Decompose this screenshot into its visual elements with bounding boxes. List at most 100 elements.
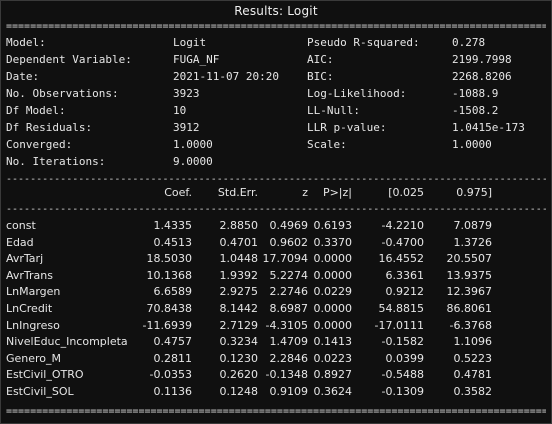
- coef-z: 1.4709: [269, 335, 309, 349]
- table-row: Genero_M 0.2811 0.1230 2.2846 0.0223 0.0399 0.…: [6, 351, 546, 367]
- summary-label: No. Iterations:: [6, 155, 106, 168]
- coef-z: -4.3105: [265, 318, 308, 332]
- coef-z: -0.1348: [265, 368, 308, 382]
- coef-stderr: 0.1230: [219, 351, 259, 365]
- coef-value: 0.4513: [153, 235, 193, 249]
- coef-ci-low: 0.9212: [385, 285, 425, 299]
- coef-value: -0.0353: [149, 368, 192, 382]
- coef-pvalue: 0.0000: [313, 302, 353, 315]
- coef-pvalue: 0.0000: [313, 268, 353, 282]
- summary-row: Df Model: 10 LL-Null: -1508.2: [6, 102, 546, 119]
- summary-value: 0.278: [452, 36, 486, 49]
- summary-value: 3923: [173, 87, 200, 100]
- coef-pvalue: 0.3624: [313, 385, 353, 398]
- coef-ci-high: 0.4781: [453, 368, 493, 382]
- summary-value: Logit: [173, 36, 207, 49]
- summary-row: No. Iterations: 9.0000: [6, 153, 546, 170]
- summary-value: -1508.2: [452, 104, 499, 117]
- coef-value: 10.1368: [146, 268, 193, 282]
- results-title: Results: Logit: [234, 4, 318, 18]
- summary-label: LLR p-value:: [307, 121, 387, 134]
- summary-row: No. Observations: 3923 Log-Likelihood: -108…: [6, 85, 546, 102]
- summary-value: 2268.8206: [452, 70, 512, 83]
- table-row: EstCivil_OTRO -0.0353 0.2620 -0.1348 0.8927-…: [6, 367, 546, 383]
- col-header-coef: Coef.: [164, 186, 192, 199]
- summary-value: 1.0415e-173: [452, 121, 525, 134]
- coef-ci-low: -0.4700: [381, 235, 424, 249]
- coef-ci-high: 86.8061: [446, 302, 493, 315]
- coef-ci-low: -0.1582: [381, 335, 424, 349]
- table-row: AvrTrans 10.1368 1.9392 5.2274 0.0000 6.3361 1…: [6, 268, 546, 284]
- summary-row: Dependent Variable: FUGA_NF AIC: 2199.7998: [6, 51, 546, 68]
- summary-label: Model:: [6, 36, 46, 49]
- coef-stderr: 0.4701: [219, 235, 259, 249]
- coef-pvalue: 0.1413: [313, 335, 353, 349]
- coef-z: 17.7094: [262, 252, 309, 266]
- col-header-pvalue: P>|z|: [322, 186, 352, 199]
- summary-label: Log-Likelihood:: [307, 87, 407, 100]
- coef-stderr: 0.1248: [219, 385, 259, 398]
- table-row: EstCivil_SOL 0.1136 0.1248 0.9109 0.3624 -0.1…: [6, 384, 546, 400]
- table-row: AvrTarj 18.5030 1.0448 17.7094 0.0000 16.4552…: [6, 251, 546, 267]
- coef-z: 8.6987: [269, 302, 309, 315]
- table-row: LnMargen 6.6589 2.9275 2.2746 0.0229 0.9212 12…: [6, 284, 546, 300]
- summary-label: Pseudo R-squared:: [307, 36, 420, 49]
- summary-label: No. Observations:: [6, 87, 119, 100]
- coef-pvalue: 0.6193: [313, 219, 353, 232]
- coef-value: 0.1136: [153, 385, 193, 398]
- summary-label: LL-Null:: [307, 104, 360, 117]
- coef-ci-high: 12.3967: [446, 285, 493, 299]
- summary-value: 2199.7998: [452, 53, 512, 66]
- coef-z: 0.9109: [269, 385, 309, 398]
- col-header-ci-low: [0.025: [388, 186, 424, 199]
- coef-ci-high: 7.0879: [453, 219, 493, 232]
- coef-stderr: 2.9275: [219, 285, 259, 299]
- coef-z: 0.9602: [269, 235, 309, 249]
- coef-z: 5.2274: [269, 268, 309, 282]
- summary-label: Dependent Variable:: [6, 53, 132, 66]
- table-row: const 1.4335 2.8850 0.4969 0.6193 -4.2210 7.08…: [6, 218, 546, 234]
- coef-ci-low: -0.5488: [381, 368, 424, 382]
- coef-ci-low: 16.4552: [378, 252, 425, 266]
- coef-ci-high: 13.9375: [446, 268, 493, 282]
- coef-value: 0.4757: [153, 335, 193, 349]
- summary-row: Converged: 1.0000 Scale: 1.0000: [6, 136, 546, 153]
- coef-stderr: 8.1442: [219, 302, 259, 315]
- coef-ci-high: 20.5507: [446, 252, 493, 266]
- table-row: NivelEduc_Incompleta 0.4757 0.3234 1.4709 0.…: [6, 334, 546, 350]
- double-rule-top: ========================================…: [6, 22, 546, 32]
- coef-stderr: 2.8850: [219, 219, 259, 232]
- coef-ci-high: 0.5223: [453, 351, 493, 365]
- summary-label: Df Model:: [6, 104, 66, 117]
- table-row: LnIngreso -11.6939 2.7129 -4.3105 0.0000 -17.…: [6, 318, 546, 334]
- summary-value: 1.0000: [173, 138, 213, 151]
- summary-row: Date: 2021-11-07 20:20 BIC: 2268.8206: [6, 68, 546, 85]
- coef-pvalue: 0.0000: [313, 318, 353, 332]
- coef-ci-high: 1.1096: [453, 335, 493, 349]
- coef-pvalue: 0.0223: [313, 351, 353, 365]
- coef-z: 2.2846: [269, 351, 309, 365]
- coef-ci-high: -6.3768: [449, 318, 492, 332]
- summary-label: Scale:: [307, 138, 347, 151]
- summary-value: 3912: [173, 121, 200, 134]
- coef-pvalue: 0.3370: [313, 235, 353, 249]
- column-header-row: Coef. Std.Err. z P>|z| [0.025 0.975]: [6, 184, 546, 202]
- summary-row: Model: Logit Pseudo R-squared: 0.278: [6, 34, 546, 51]
- summary-value: 10: [173, 104, 187, 117]
- summary-value: 2021-11-07 20:20: [173, 70, 279, 83]
- summary-label: AIC:: [307, 53, 334, 66]
- coef-value: 0.2811: [153, 351, 193, 365]
- coef-value: 6.6589: [153, 285, 193, 299]
- summary-value: 1.0000: [452, 138, 492, 151]
- summary-label: Df Residuals:: [6, 121, 93, 134]
- coef-value: 18.5030: [146, 252, 193, 266]
- coef-stderr: 0.3234: [219, 335, 259, 349]
- table-row: Edad 0.4513 0.4701 0.9602 0.3370 -0.4700 1.372…: [6, 235, 546, 251]
- coef-value: 70.8438: [146, 302, 193, 315]
- coef-ci-low: -17.0111: [374, 318, 424, 332]
- col-header-ci-high: 0.975]: [456, 186, 492, 199]
- coef-ci-low: 54.8815: [378, 302, 425, 315]
- summary-row: Df Residuals: 3912 LLR p-value: 1.0415e-173: [6, 119, 546, 136]
- coef-ci-high: 0.3582: [453, 385, 493, 398]
- coef-ci-high: 1.3726: [453, 235, 493, 249]
